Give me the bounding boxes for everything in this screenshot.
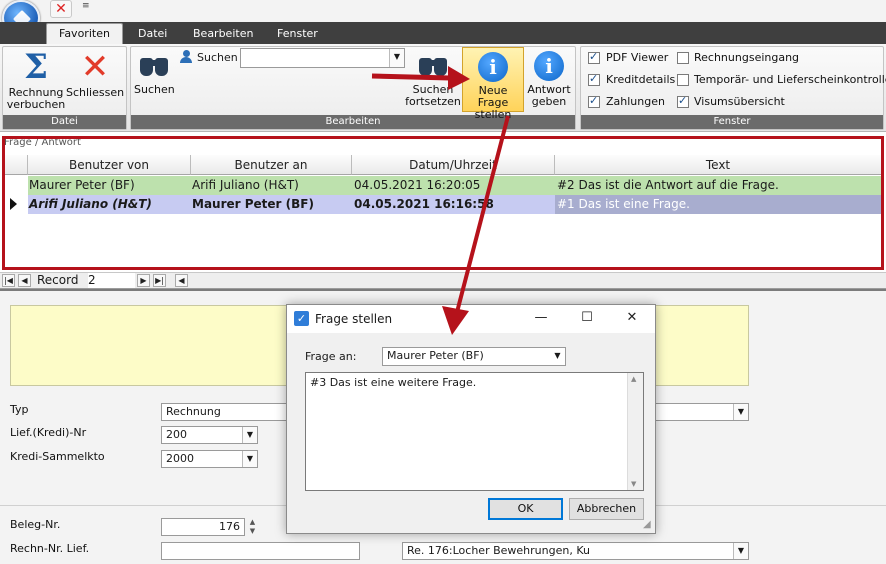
tab-fenster[interactable]: Fenster [265,24,330,44]
maximize-icon[interactable]: ☐ [572,306,602,330]
lief-kredi-label: Lief.(Kredi)-Nr [10,426,87,439]
qat-close-button[interactable]: ✕ [50,0,72,18]
close-icon: ✕ [55,1,67,17]
minimize-icon[interactable]: — [526,306,556,330]
beleg-nr-label: Beleg-Nr. [10,518,61,531]
binoculars-icon [418,52,448,76]
rechnungseingang-checkbox[interactable] [677,52,689,64]
chevron-down-icon[interactable]: ▼ [733,404,748,420]
sigma-icon: Σ [23,47,49,87]
suchen-label: Suchen [197,51,238,64]
typ-label: Typ [10,403,29,416]
kredi-sammelkto-label: Kredi-Sammelkto [10,450,105,463]
temporaer-label: Temporär- und Lieferscheinkontrolle [694,73,886,86]
pdf-viewer-checkbox[interactable] [588,50,600,64]
frage-an-select[interactable]: Maurer Peter (BF) ▼ [382,347,566,366]
rechnung-verbuchen-button[interactable]: Σ Rechnung verbuchen [6,50,66,111]
pdf-viewer-label: PDF Viewer [606,51,669,64]
rechnungseingang-label: Rechnungseingang [694,51,800,64]
chevron-down-icon[interactable]: ▼ [389,49,404,67]
kreditdetails-checkbox[interactable] [588,72,600,86]
suchen-fortsetzen-button[interactable]: Suchen fortsetzen [404,52,462,108]
quick-access-toolbar [0,0,886,22]
rechn-nr-input[interactable] [161,542,360,560]
frage-text-area[interactable]: #3 Das ist eine weitere Frage. [305,372,644,491]
beleg-nr-input[interactable]: 176 [161,518,245,536]
kreditdetails-label: Kreditdetails [606,73,676,86]
user-icon [180,50,192,64]
kredi-sammelkto-select[interactable]: 2000 ▼ [161,450,258,468]
first-record-icon[interactable]: |◀ [2,274,15,287]
info-icon: i [534,51,564,81]
rechnung-reference-select[interactable]: Re. 176:Locher Bewehrungen, Ku ▼ [402,542,749,560]
chevron-down-icon[interactable]: ▼ [550,348,565,364]
last-record-icon[interactable]: ▶| [153,274,166,287]
tab-bearbeiten[interactable]: Bearbeiten [181,24,265,44]
record-label: Record [37,273,79,287]
group-caption-datei: Datei [3,115,126,129]
zahlungen-checkbox[interactable] [588,94,600,108]
tab-datei[interactable]: Datei [126,24,179,44]
close-icon: ✕ [80,47,110,87]
temporaer-checkbox[interactable] [677,74,689,86]
schliessen-button[interactable]: ✕ Schliessen [66,50,124,99]
visumsuebersicht-checkbox[interactable] [677,94,689,108]
rechn-nr-label: Rechn-Nr. Lief. [10,542,90,555]
next-record-icon[interactable]: ▶ [137,274,150,287]
group-caption-fenster: Fenster [581,115,883,129]
checkmark-icon: ✓ [294,311,309,326]
scroll-down-icon[interactable]: ▼ [631,480,636,488]
frage-an-label: Frage an: [305,350,357,363]
lief-kredi-select[interactable]: 200 ▼ [161,426,258,444]
chevron-down-icon[interactable]: ▼ [733,543,748,559]
ok-button[interactable]: OK [488,498,563,520]
zahlungen-label: Zahlungen [606,95,665,108]
record-number-input[interactable]: 2 [88,273,135,288]
info-icon: i [478,52,508,82]
abbrechen-button[interactable]: Abbrechen [569,498,644,520]
chevron-down-icon[interactable]: ▼ [242,427,257,443]
prev-record-icon[interactable]: ◀ [18,274,31,287]
chevron-down-icon[interactable]: ▼ [242,451,257,467]
binoculars-icon [139,52,169,76]
resize-grip-icon[interactable]: ◢ [643,520,655,532]
close-icon[interactable]: ✕ [617,306,647,330]
tab-favoriten[interactable]: Favoriten [46,23,123,45]
antwort-geben-button[interactable]: i Antwort geben [525,51,573,108]
annotation-frame [2,136,884,270]
dialog-title: Frage stellen [315,312,393,326]
scroll-up-icon[interactable]: ▲ [631,375,636,383]
visumsuebersicht-label: Visumsübersicht [694,95,785,108]
neue-frage-stellen-button[interactable]: i Neue Frage stellen [462,47,524,121]
textarea-scrollbar[interactable]: ▲ ▼ [627,373,643,490]
beleg-nr-spinner[interactable]: ▲ ▼ [246,518,259,536]
qat-customize-icon[interactable]: ≡ [82,1,90,11]
suchen-button[interactable]: Suchen [134,52,175,96]
search-combobox[interactable]: ▼ [240,48,405,68]
scroll-left-icon[interactable]: ◀ [175,274,188,287]
